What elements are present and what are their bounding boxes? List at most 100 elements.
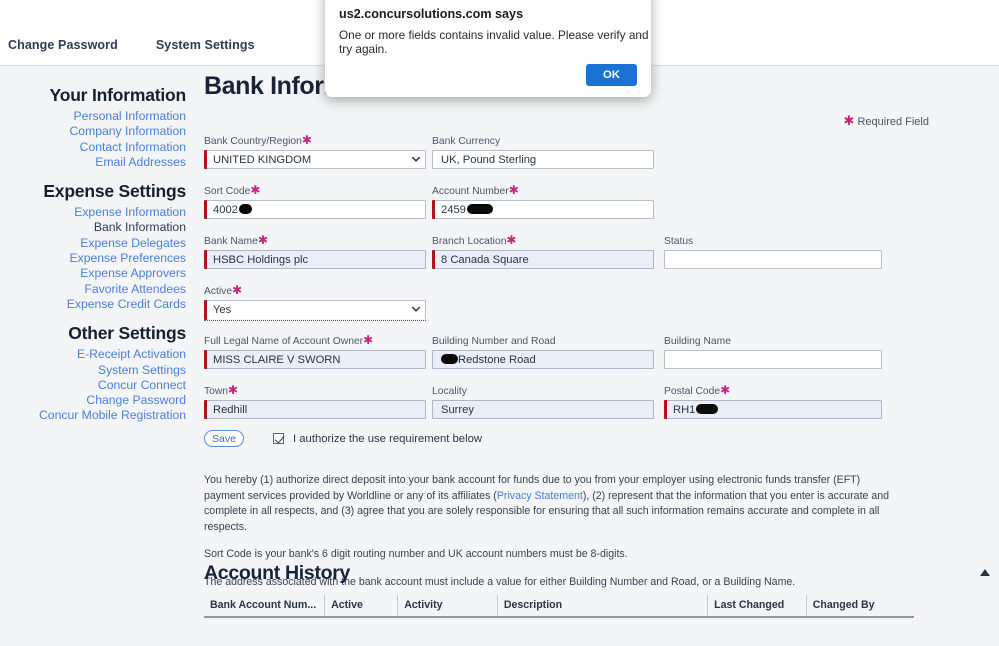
field-town: Town✱ Redhill: [204, 383, 426, 419]
sidebar-item-favorite-attendees[interactable]: Favorite Attendees: [0, 282, 196, 297]
form-row-sortcode-account: Sort Code✱ 4002 Account Number✱ 2459: [204, 183, 994, 236]
input-locality[interactable]: Surrey: [432, 400, 654, 419]
required-field-label: Required Field: [857, 116, 929, 128]
sidebar-item-email-addresses[interactable]: Email Addresses: [0, 155, 196, 170]
input-postal-code[interactable]: RH1: [664, 400, 882, 419]
sidebar-item-expense-information[interactable]: Expense Information: [0, 205, 196, 220]
form-row-bankname-branch-status: Bank Name✱ HSBC Holdings plc Branch Loca…: [204, 233, 994, 286]
main-content: Bank Information ✱ Required Field Bank C…: [196, 66, 999, 646]
sidebar-item-system-settings[interactable]: System Settings: [0, 363, 196, 378]
legal-paragraph-2: Sort Code is your bank's 6 digit routing…: [204, 548, 628, 560]
save-row: Save I authorize the use requirement bel…: [204, 430, 482, 447]
value-account-number: 2459: [441, 203, 466, 216]
sidebar-item-expense-delegates[interactable]: Expense Delegates: [0, 236, 196, 251]
required-asterisk-icon: ✱: [363, 333, 374, 347]
privacy-statement-link[interactable]: Privacy Statement: [497, 490, 583, 502]
save-button[interactable]: Save: [204, 430, 244, 447]
value-postal-code: RH1: [673, 403, 696, 416]
required-asterisk-icon: ✱: [257, 233, 268, 247]
browser-alert-dialog: us2.concursolutions.com says One or more…: [325, 0, 651, 97]
form-row-legalname-building: Full Legal Name of Account Owner✱ MISS C…: [204, 333, 994, 386]
field-bank-name: Bank Name✱ HSBC Holdings plc: [204, 233, 426, 269]
form-row-country-currency: Bank Country/Region✱ UNITED KINGDOM Bank…: [204, 134, 994, 186]
column-header-bank-account-number[interactable]: Bank Account Num...: [204, 595, 325, 618]
authorize-checkbox[interactable]: [273, 433, 284, 444]
sidebar-item-change-password[interactable]: Change Password: [0, 393, 196, 408]
sidebar-item-personal-information[interactable]: Personal Information: [0, 109, 196, 124]
sidebar-item-e-receipt-activation[interactable]: E-Receipt Activation: [0, 347, 196, 362]
value-sort-code: 4002: [213, 203, 238, 216]
table-header-row: Bank Account Num... Active Activity Desc…: [204, 595, 914, 618]
value-branch-location: 8 Canada Square: [441, 253, 529, 266]
top-nav-system-settings[interactable]: System Settings: [156, 38, 255, 52]
legal-paragraph-1: You hereby (1) authorize direct deposit …: [204, 473, 894, 535]
input-full-legal-name[interactable]: MISS CLAIRE V SWORN: [204, 350, 426, 369]
column-header-changed-by[interactable]: Changed By: [805, 595, 914, 618]
label-building-name: Building Name: [664, 336, 731, 347]
form-row-active: Active✱ Yes: [204, 283, 994, 336]
sidebar-item-concur-mobile-registration[interactable]: Concur Mobile Registration: [0, 408, 196, 423]
redaction-mark: [238, 203, 252, 214]
column-header-description[interactable]: Description: [496, 595, 708, 618]
account-history-title: Account History: [204, 562, 351, 584]
field-building-name: Building Name: [664, 336, 882, 369]
input-bank-name[interactable]: HSBC Holdings plc: [204, 250, 426, 269]
column-header-active[interactable]: Active: [324, 595, 398, 618]
sidebar-group-title-expense-settings: Expense Settings: [43, 181, 186, 202]
field-sort-code: Sort Code✱ 4002: [204, 183, 426, 219]
field-full-legal-name: Full Legal Name of Account Owner✱ MISS C…: [204, 333, 426, 369]
collapse-up-icon[interactable]: [979, 568, 991, 577]
label-locality: Locality: [432, 386, 467, 397]
input-building-name[interactable]: [664, 350, 882, 369]
value-bank-currency: UK, Pound Sterling: [441, 153, 537, 166]
input-sort-code[interactable]: 4002: [204, 200, 426, 219]
redaction-mark: [696, 403, 719, 414]
value-locality: Surrey: [441, 403, 474, 416]
label-active: Active✱: [204, 283, 243, 297]
sidebar-item-expense-credit-cards[interactable]: Expense Credit Cards: [0, 297, 196, 312]
select-active[interactable]: Yes: [204, 300, 426, 321]
value-bank-country-region: UNITED KINGDOM: [213, 153, 312, 166]
form-row-town-locality-postal: Town✱ Redhill Locality Surrey Postal Cod…: [204, 383, 994, 436]
label-status: Status: [664, 236, 694, 247]
bank-information-form: Bank Country/Region✱ UNITED KINGDOM Bank…: [204, 134, 994, 436]
field-account-number: Account Number✱ 2459: [432, 183, 654, 219]
required-asterisk-icon: ✱: [506, 233, 517, 247]
sidebar-item-expense-approvers[interactable]: Expense Approvers: [0, 266, 196, 281]
input-account-number[interactable]: 2459: [432, 200, 654, 219]
select-bank-country-region[interactable]: UNITED KINGDOM: [204, 150, 426, 169]
input-branch-location[interactable]: 8 Canada Square: [432, 250, 654, 269]
top-nav-change-password[interactable]: Change Password: [8, 38, 118, 52]
required-asterisk-icon: ✱: [250, 183, 261, 197]
label-full-legal-name: Full Legal Name of Account Owner✱: [204, 333, 374, 347]
redaction-mark: [466, 203, 493, 214]
field-status: Status: [664, 236, 882, 269]
required-asterisk-icon: ✱: [232, 283, 243, 297]
input-bank-currency[interactable]: UK, Pound Sterling: [432, 150, 654, 169]
sidebar-item-company-information[interactable]: Company Information: [0, 124, 196, 139]
field-building-number-road: Building Number and Road Redstone Road: [432, 336, 654, 369]
sidebar-item-concur-connect[interactable]: Concur Connect: [0, 378, 196, 393]
dialog-message: One or more fields contains invalid valu…: [339, 28, 649, 56]
top-nav-items: Change Password System Settings: [8, 38, 255, 52]
label-branch-location: Branch Location✱: [432, 233, 517, 247]
label-town: Town✱: [204, 383, 239, 397]
label-bank-currency: Bank Currency: [432, 136, 501, 147]
sidebar-item-expense-preferences[interactable]: Expense Preferences: [0, 251, 196, 266]
label-building-number-road: Building Number and Road: [432, 336, 556, 347]
input-building-number-road[interactable]: Redstone Road: [432, 350, 654, 369]
sidebar-item-bank-information[interactable]: Bank Information: [0, 220, 196, 235]
dialog-ok-button[interactable]: OK: [586, 64, 637, 86]
sidebar-item-contact-information[interactable]: Contact Information: [0, 140, 196, 155]
chevron-down-icon: [411, 306, 421, 312]
input-town[interactable]: Redhill: [204, 400, 426, 419]
column-header-last-changed[interactable]: Last Changed: [707, 595, 807, 618]
authorize-checkbox-label: I authorize the use requirement below: [293, 432, 483, 445]
field-bank-currency: Bank Currency UK, Pound Sterling: [432, 136, 654, 169]
chevron-down-icon: [411, 156, 421, 162]
column-header-activity[interactable]: Activity: [397, 595, 498, 618]
field-active: Active✱ Yes: [204, 283, 426, 321]
label-account-number: Account Number✱: [432, 183, 519, 197]
input-status[interactable]: [664, 250, 882, 269]
value-town: Redhill: [213, 403, 248, 416]
